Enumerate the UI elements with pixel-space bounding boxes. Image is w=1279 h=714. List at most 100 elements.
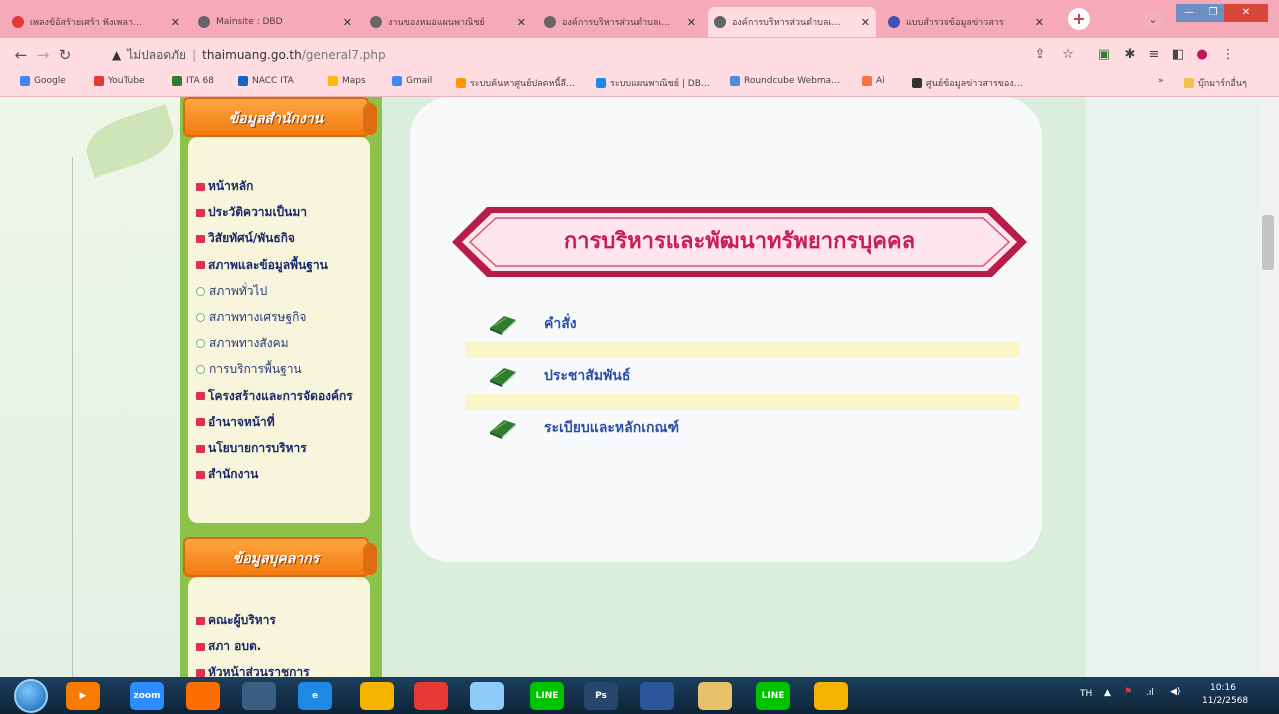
tab-close-icon[interactable]: ✕ — [517, 16, 526, 29]
start-button[interactable] — [14, 679, 48, 713]
content-link-label[interactable]: ประชาสัมพันธ์ — [544, 365, 630, 387]
sidebar-menu-item[interactable]: นโยบายการบริหาร — [196, 439, 307, 458]
chrome-icon[interactable] — [360, 682, 394, 710]
media-player-icon[interactable]: ▶ — [66, 682, 100, 710]
tab[interactable]: งานของหมอแผนพาณิชย์ ✕ — [364, 7, 532, 37]
separator-bar — [465, 342, 1020, 358]
bookmark-item[interactable]: ศูนย์ข้อมูลข่าวสารของ… — [912, 76, 1023, 90]
content-link[interactable]: ประชาสัมพันธ์ — [488, 361, 630, 391]
url-host[interactable]: thaimuang.go.th — [202, 48, 302, 62]
flag-icon[interactable]: ⚑ — [1124, 687, 1132, 697]
close-window-button[interactable]: ✕ — [1224, 4, 1268, 22]
bookmark-item[interactable]: Roundcube Webma… — [730, 76, 840, 86]
tab[interactable]: องค์การบริหารส่วนตำบลเ… ✕ — [538, 7, 702, 37]
sidebar-menu-item[interactable]: สภาพทางเศรษฐกิจ — [196, 308, 306, 327]
side-panel-icon[interactable]: ◧ — [1168, 45, 1188, 65]
bullet-marker-icon — [196, 418, 205, 427]
other-bookmarks[interactable]: บุ๊กมาร์กอื่นๆ — [1184, 76, 1247, 90]
puzzle-icon[interactable]: ✱ — [1120, 45, 1140, 65]
extension-icon[interactable]: ▣ — [1094, 45, 1114, 65]
bullet-circle-icon — [196, 339, 205, 349]
globe-icon — [198, 16, 210, 28]
line-icon[interactable]: LINE — [756, 682, 790, 710]
scrollbar-thumb[interactable] — [1262, 215, 1274, 270]
tab-close-icon[interactable]: ✕ — [343, 16, 352, 29]
sidebar-menu-item[interactable]: วิสัยทัศน์/พันธกิจ — [196, 229, 295, 248]
tab-close-icon[interactable]: ✕ — [171, 16, 180, 29]
sidebar-menu-item[interactable]: สำนักงาน — [196, 465, 258, 484]
bookmark-item[interactable]: YouTube — [94, 76, 145, 86]
tray-arrow-icon[interactable]: ▲ — [1104, 688, 1111, 698]
share-icon[interactable]: ⇪ — [1030, 45, 1050, 65]
url-path[interactable]: /general7.php — [302, 48, 386, 62]
sidebar-menu-item[interactable]: อำนาจหน้าที่ — [196, 413, 275, 432]
sidebar-menu-item[interactable]: คณะผู้บริหาร — [196, 611, 276, 630]
tab[interactable]: เพลงข้อ้สรัายเศร้า ฟังเพลา… ✕ — [6, 7, 186, 37]
tab[interactable]: องค์การบริหารส่วนตำบลเ… ✕ — [708, 7, 876, 37]
media-control-icon[interactable]: ≡ — [1144, 45, 1164, 65]
globe-icon — [370, 16, 382, 28]
bookmark-item[interactable]: Google — [20, 76, 66, 86]
scanner-icon[interactable] — [242, 682, 276, 710]
chrome-icon[interactable] — [814, 682, 848, 710]
sidebar-menu-label: วิสัยทัศน์/พันธกิจ — [208, 231, 295, 246]
content-link[interactable]: ระเบียบและหลักเกณฑ์ — [488, 413, 679, 443]
bookmark-star-icon[interactable]: ☆ — [1058, 45, 1078, 65]
bookmark-item[interactable]: ระบบแผนพาณิชย์ | DB… — [596, 76, 710, 90]
bullet-circle-icon — [196, 286, 205, 296]
sidebar-menu-item[interactable]: สภาพทางสังคม — [196, 334, 289, 353]
new-tab-button[interactable]: + — [1068, 8, 1090, 30]
bookmark-item[interactable]: Maps — [328, 76, 366, 86]
line-icon[interactable]: LINE — [530, 682, 564, 710]
sidebar-menu-item[interactable]: โครงสร้างและการจัดองค์กร — [196, 387, 353, 406]
bookmark-item[interactable]: NACC ITA — [238, 76, 294, 86]
bookmark-item[interactable]: ITA 68 — [172, 76, 214, 86]
clock-time[interactable]: 10:16 — [1210, 683, 1236, 693]
network-icon[interactable]: .ıl — [1146, 688, 1154, 698]
tab-close-icon[interactable]: ✕ — [861, 16, 870, 29]
address-bar[interactable]: ▲ ไม่ปลอดภัย | thaimuang.go.th /general7… — [112, 44, 1032, 66]
sidebar-menu-item[interactable]: สภาพทั่วไป — [196, 282, 267, 301]
menu-kebab-icon[interactable]: ⋮ — [1218, 45, 1238, 65]
sidebar-menu-item[interactable]: หน้าหลัก — [196, 177, 253, 196]
word-icon[interactable] — [640, 682, 674, 710]
folder-icon[interactable] — [698, 682, 732, 710]
minimize-button[interactable]: — — [1176, 4, 1202, 22]
book-icon — [488, 364, 518, 388]
sidebar-menu-item[interactable]: ประวัติความเป็นมา — [196, 203, 307, 222]
tab-close-icon[interactable]: ✕ — [687, 16, 696, 29]
sidebar-menu-item[interactable]: หัวหน้าส่วนราชการ — [196, 663, 310, 677]
file-icon[interactable] — [470, 682, 504, 710]
content-link-label[interactable]: คำสั่ง — [544, 313, 577, 335]
sidebar-menu-item[interactable]: การบริการพื้นฐาน — [196, 360, 302, 379]
warning-icon[interactable]: ▲ — [112, 48, 121, 62]
content-link[interactable]: คำสั่ง — [488, 309, 577, 339]
volume-icon[interactable]: ◀) — [1170, 687, 1180, 697]
content-link-label[interactable]: ระเบียบและหลักเกณฑ์ — [544, 417, 679, 439]
security-label[interactable]: ไม่ปลอดภัย — [127, 46, 186, 65]
bookmark-item[interactable]: Ai — [862, 76, 885, 86]
bullet-marker-icon — [196, 208, 205, 217]
tab-search-button[interactable]: ⌄ — [1142, 10, 1164, 30]
photoshop-icon[interactable]: Ps — [584, 682, 618, 710]
clock-date[interactable]: 11/2/2568 — [1202, 696, 1248, 706]
firefox-icon[interactable] — [186, 682, 220, 710]
maximize-button[interactable]: ❐ — [1202, 4, 1224, 22]
reload-icon[interactable]: ↻ — [54, 46, 76, 64]
tab[interactable]: แบบสำรวจข้อมูลข่าวสาร ✕ — [882, 7, 1050, 37]
camera-icon[interactable] — [414, 682, 448, 710]
ie-icon[interactable]: e — [298, 682, 332, 710]
page-scrollbar[interactable] — [1259, 97, 1279, 677]
profile-icon[interactable]: ● — [1192, 45, 1212, 65]
forward-icon[interactable]: → — [32, 46, 54, 64]
sidebar-menu-item[interactable]: สภาพและข้อมูลพื้นฐาน — [196, 256, 328, 275]
tab-close-icon[interactable]: ✕ — [1035, 16, 1044, 29]
bookmark-item[interactable]: ระบบค้นหาศูนย์ปลดหนี้ลี… — [456, 76, 575, 90]
back-icon[interactable]: ← — [10, 46, 32, 64]
language-indicator[interactable]: TH — [1080, 689, 1092, 699]
tab[interactable]: Mainsite : DBD ✕ — [192, 7, 358, 37]
bookmarks-overflow-button[interactable]: » — [1158, 76, 1164, 86]
sidebar-menu-item[interactable]: สภา อบต. — [196, 637, 261, 656]
bookmark-item[interactable]: Gmail — [392, 76, 432, 86]
zoom-icon[interactable]: zoom — [130, 682, 164, 710]
